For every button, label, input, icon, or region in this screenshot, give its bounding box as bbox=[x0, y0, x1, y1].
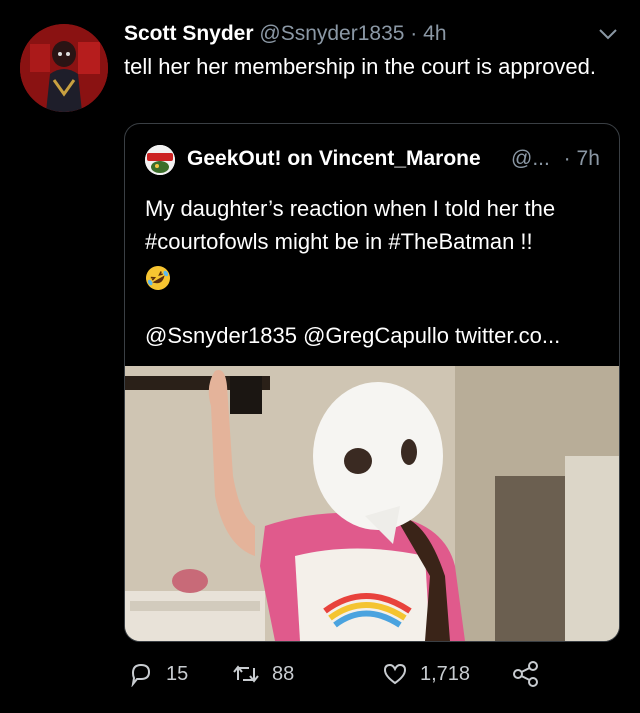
geekout-logo-icon bbox=[145, 145, 175, 175]
quoted-meta: @... · 7h bbox=[511, 144, 600, 174]
header-separator: · bbox=[410, 22, 418, 45]
like-button[interactable]: 1,718 bbox=[382, 656, 470, 692]
retweet-count: 88 bbox=[272, 662, 295, 685]
heart-icon bbox=[383, 663, 407, 685]
rolling-on-floor-laughing-emoji bbox=[146, 266, 170, 291]
quoted-time[interactable]: 7h bbox=[577, 147, 600, 170]
retweet-icon bbox=[233, 665, 259, 683]
reply-count: 15 bbox=[166, 662, 189, 685]
reply-button[interactable]: 15 bbox=[128, 656, 188, 692]
quoted-separator: · bbox=[563, 147, 571, 170]
tweet[interactable]: Scott Snyder @Ssnyder1835 · 4h tell her … bbox=[0, 0, 640, 713]
retweet-button[interactable]: 88 bbox=[232, 656, 294, 692]
quoted-mentions[interactable]: @Ssnyder1835 @GregCapullo twitter.co... bbox=[145, 321, 605, 351]
quoted-author-name[interactable]: GeekOut! on Vincent_Marone bbox=[187, 144, 481, 174]
tweet-text: tell her her membership in the court is … bbox=[124, 54, 597, 79]
avatar[interactable] bbox=[20, 24, 108, 112]
avatar-image bbox=[20, 24, 108, 112]
reply-icon bbox=[131, 663, 151, 687]
quoted-tweet[interactable]: GeekOut! on Vincent_Marone @... · 7h My … bbox=[124, 123, 620, 642]
chevron-down-icon[interactable] bbox=[596, 22, 620, 46]
tweet-header: Scott Snyder @Ssnyder1835 · 4h bbox=[124, 20, 447, 48]
like-count: 1,718 bbox=[420, 662, 471, 685]
author-name[interactable]: Scott Snyder bbox=[124, 22, 254, 45]
share-button[interactable] bbox=[512, 656, 540, 692]
author-handle[interactable]: @Ssnyder1835 bbox=[259, 22, 404, 45]
quoted-author-handle[interactable]: @... bbox=[511, 147, 550, 170]
quoted-author-avatar[interactable] bbox=[145, 145, 175, 175]
tweet-time[interactable]: 4h bbox=[423, 22, 446, 45]
tweet-actions: 15 88 1,718 bbox=[128, 656, 548, 692]
quoted-text-block: My daughter’s reaction when I told her t… bbox=[145, 192, 605, 291]
share-icon bbox=[513, 661, 538, 687]
quoted-media-image[interactable] bbox=[125, 366, 619, 641]
quoted-text: My daughter’s reaction when I told her t… bbox=[145, 196, 556, 254]
